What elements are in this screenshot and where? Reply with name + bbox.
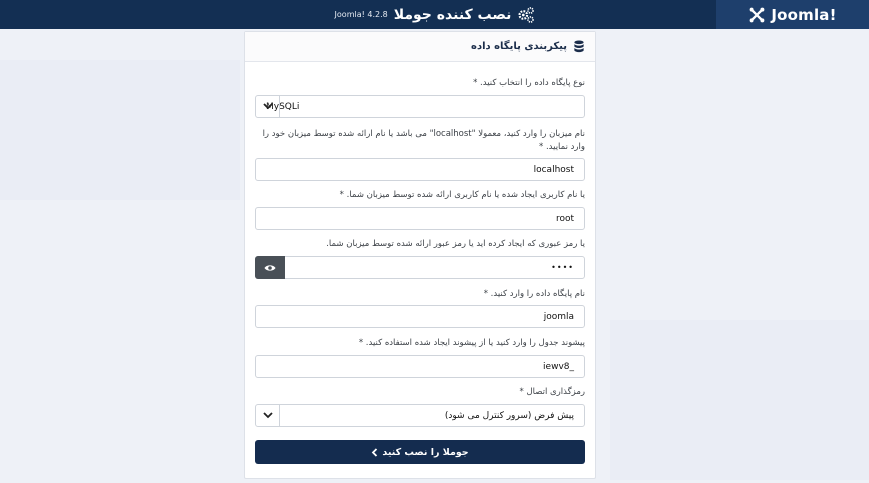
username-label: یا نام کاربری ایجاد شده یا نام کاربری ار… <box>339 190 585 200</box>
password-label: یا رمز عبوری که ایجاد کرده اید یا رمز عب… <box>326 239 585 249</box>
cogs-icon <box>518 6 535 23</box>
database-config-card: پیکربندی پایگاه داده نوع پایگاه داده را … <box>244 31 596 479</box>
card-header: پیکربندی پایگاه داده <box>245 32 595 62</box>
version-label: Joomla! 4.2.8 <box>334 10 388 19</box>
joomla-brand[interactable]: Joomla! <box>716 0 869 29</box>
card-title: پیکربندی پایگاه داده <box>471 41 567 52</box>
db-type-label: نوع پایگاه داده را انتخاب کنید. * <box>473 78 585 88</box>
prefix-input[interactable]: iewv8_ <box>255 355 585 378</box>
chevron-down-icon <box>256 96 280 117</box>
username-value: root <box>555 213 574 224</box>
installer-title: نصب کننده جوملا <box>393 6 512 23</box>
db-name-input[interactable]: joomla <box>255 305 585 328</box>
install-button-label: جوملا را نصب کنید <box>382 446 469 458</box>
encryption-label: رمزگذاری اتصال * <box>519 387 586 397</box>
header-bar: Joomla! 4.2.8 نصب کننده جوملا Joomla! <box>0 0 869 29</box>
db-name-value: joomla <box>543 311 574 322</box>
chevron-left-icon <box>372 447 378 457</box>
password-value: •••• <box>551 263 574 272</box>
prefix-value: iewv8_ <box>543 361 574 372</box>
db-name-label: نام پایگاه داده را وارد کنید. * <box>483 289 585 299</box>
encryption-select[interactable]: پیش فرض (سرور کنترل می شود) <box>255 404 585 427</box>
chevron-down-icon <box>256 405 280 426</box>
toggle-password-button[interactable] <box>255 256 285 279</box>
eye-icon <box>264 264 276 271</box>
database-icon <box>574 40 584 53</box>
installer-title-group: Joomla! 4.2.8 نصب کننده جوملا <box>310 0 560 29</box>
encryption-value: پیش فرض (سرور کنترل می شود) <box>444 410 574 421</box>
host-label: نام میزبان را وارد کنید، معمولا "localho… <box>262 129 585 152</box>
joomla-logo-icon <box>749 7 765 22</box>
background-decoration <box>0 60 240 200</box>
host-value: localhost <box>533 164 574 175</box>
password-input[interactable]: •••• <box>255 256 585 279</box>
host-input[interactable]: localhost <box>255 158 585 181</box>
background-decoration <box>610 320 869 480</box>
username-input[interactable]: root <box>255 207 585 230</box>
prefix-label: پیشوند جدول را وارد کنید یا از پیشوند ای… <box>358 338 585 348</box>
install-joomla-button[interactable]: جوملا را نصب کنید <box>255 440 585 464</box>
db-type-select[interactable]: MySQLi <box>255 95 585 118</box>
brand-name: Joomla! <box>771 5 837 24</box>
